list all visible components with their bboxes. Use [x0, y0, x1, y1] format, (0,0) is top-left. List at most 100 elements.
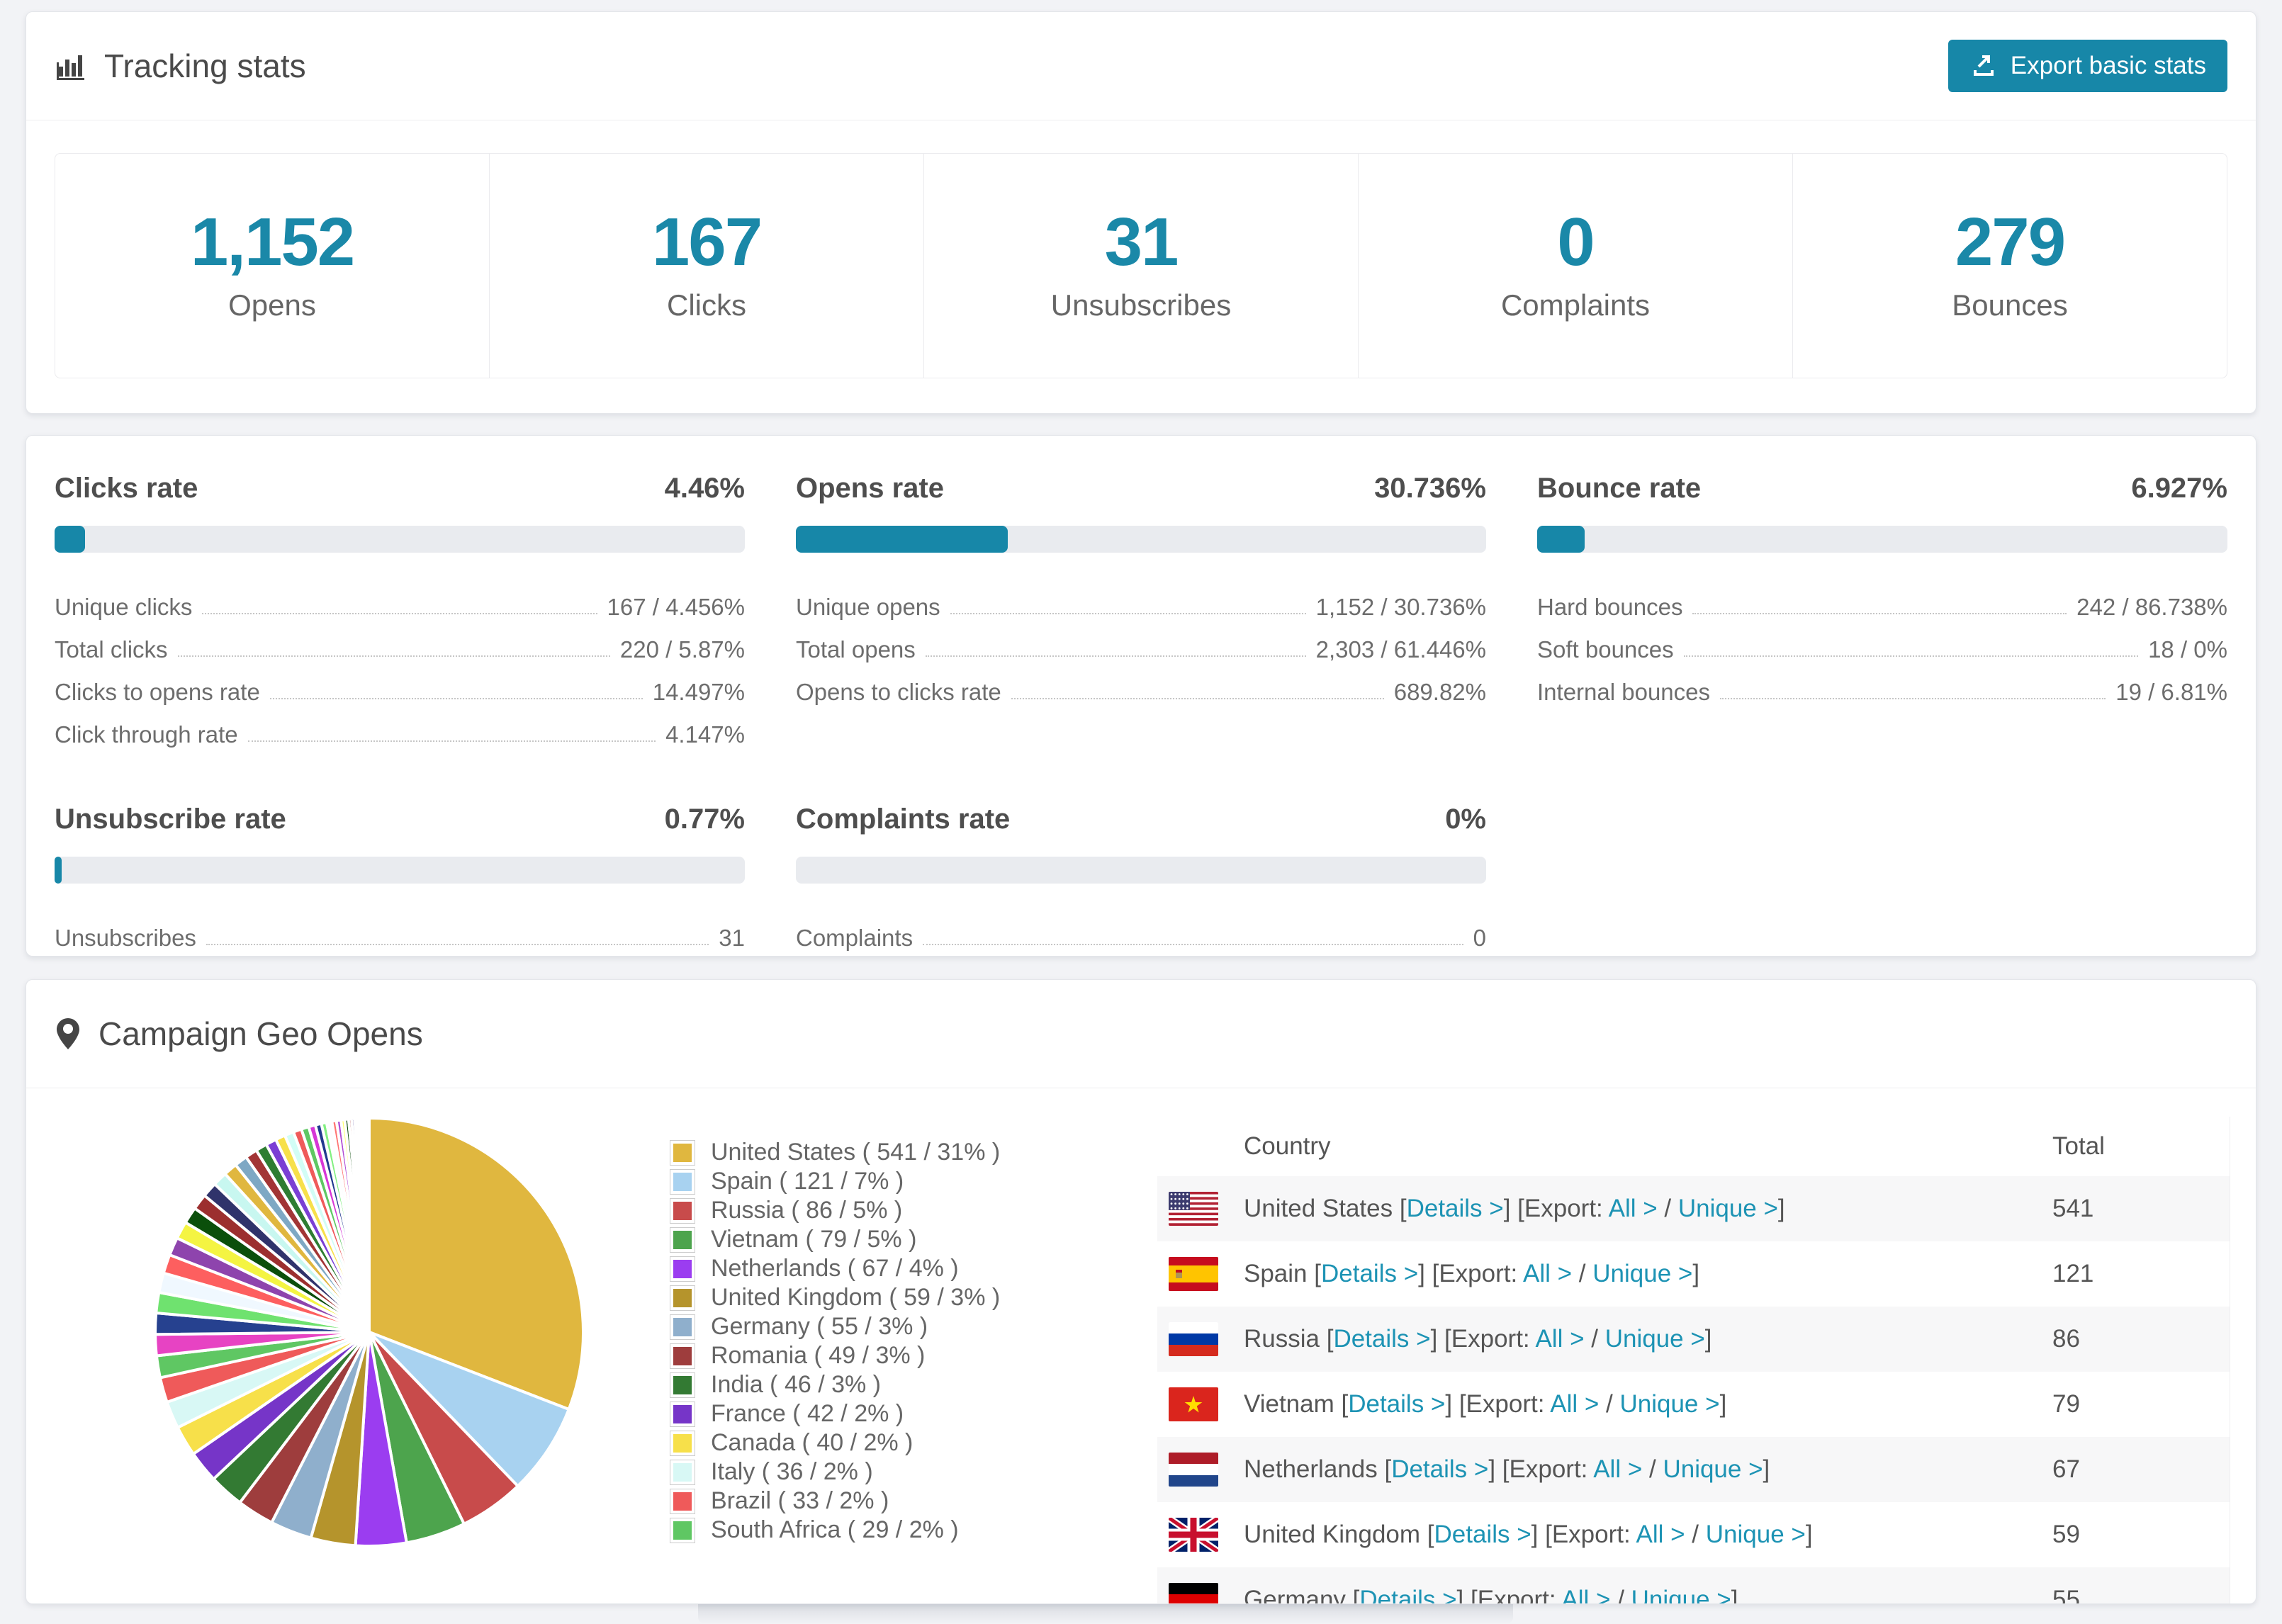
- dotted-leader: [925, 655, 1306, 657]
- geo-row-spain: Spain [Details >] [Export: All > / Uniqu…: [1157, 1241, 2230, 1307]
- legend-label: Italy ( 36 / 2% ): [711, 1458, 873, 1485]
- legend-item-canada: Canada ( 40 / 2% ): [670, 1428, 1137, 1457]
- page: Tracking stats Export basic stats 1,152 O…: [0, 0, 2282, 1624]
- detail-row-click-through-rate: Click through rate 4.147%: [55, 706, 745, 748]
- detail-value: 0: [1473, 925, 1486, 951]
- country-name: Spain: [1244, 1260, 1308, 1287]
- legend-label: Netherlands ( 67 / 4% ): [711, 1255, 959, 1282]
- legend-swatch-india: [670, 1372, 695, 1398]
- detail-label: Soft bounces: [1537, 636, 1674, 662]
- country-name: Vietnam: [1244, 1390, 1334, 1418]
- detail-row-unique-opens: Unique opens 1,152 / 30.736%: [796, 578, 1486, 621]
- rate-block-opens-rate: Opens rate 30.736% Unique opens 1,152 / 30.…: [796, 473, 1486, 748]
- dotted-leader: [202, 613, 597, 614]
- progress-bar-complaints-rate: [796, 857, 1486, 884]
- export-all-link-spain[interactable]: All >: [1523, 1260, 1572, 1287]
- legend-label: France ( 42 / 2% ): [711, 1400, 904, 1427]
- bottom-shadow: [698, 1603, 1513, 1624]
- geo-col-header-country: Country: [1244, 1132, 1331, 1160]
- export-unique-link-united-states[interactable]: Unique >: [1678, 1195, 1778, 1222]
- dotted-leader: [247, 740, 656, 742]
- legend-swatch-united-kingdom: [670, 1285, 695, 1311]
- progress-bar-clicks-rate: [55, 526, 745, 553]
- geo-opens-title: Campaign Geo Opens: [55, 1015, 423, 1053]
- export-unique-link-germany[interactable]: Unique >: [1631, 1586, 1731, 1603]
- detail-row-clicks-to-opens-rate: Clicks to opens rate 14.497%: [55, 663, 745, 706]
- rate-block-clicks-rate: Clicks rate 4.46% Unique clicks 167 / 4.456…: [55, 473, 745, 748]
- stats-summary-box: 1,152 Opens 167 Clicks 31 Unsubscribes 0 Compla…: [55, 153, 2227, 378]
- legend-swatch-romania: [670, 1343, 695, 1369]
- geo-row-united-states: United States [Details >] [Export: All >…: [1157, 1176, 2230, 1241]
- progress-fill-opens-rate: [796, 526, 1008, 553]
- legend-swatch-netherlands: [670, 1256, 695, 1282]
- stat-label-bounces: Bounces: [1952, 288, 2068, 322]
- dotted-leader: [950, 613, 1306, 614]
- export-all-link-united-states[interactable]: All >: [1609, 1195, 1658, 1222]
- detail-value: 19 / 6.81%: [2115, 679, 2227, 705]
- detail-value: 242 / 86.738%: [2076, 594, 2227, 620]
- stat-label-unsubscribes: Unsubscribes: [1050, 288, 1232, 322]
- stat-clicks: 167 Clicks: [490, 154, 924, 378]
- export-all-link-vietnam[interactable]: All >: [1550, 1390, 1599, 1418]
- geo-row-total: 79: [2052, 1390, 2080, 1418]
- geo-opens-body: United States ( 541 / 31% ) Spain ( 121 /…: [26, 1088, 2256, 1604]
- legend-label: Russia ( 86 / 5% ): [711, 1197, 903, 1224]
- export-icon: [1973, 55, 1994, 76]
- geo-pie-chart: [140, 1103, 599, 1562]
- stat-label-opens: Opens: [228, 288, 316, 322]
- legend-label: India ( 46 / 3% ): [711, 1371, 882, 1398]
- export-all-link-germany[interactable]: All >: [1561, 1586, 1610, 1603]
- export-unique-link-spain[interactable]: Unique >: [1592, 1260, 1692, 1287]
- export-basic-stats-button[interactable]: Export basic stats: [1947, 40, 2227, 92]
- export-unique-link-united-kingdom[interactable]: Unique >: [1706, 1521, 1806, 1548]
- details-link-netherlands[interactable]: Details >: [1391, 1455, 1488, 1483]
- detail-row-unsubscribes: Unsubscribes 31: [55, 909, 745, 952]
- detail-label: Clicks to opens rate: [55, 679, 260, 705]
- detail-row-hard-bounces: Hard bounces 242 / 86.738%: [1537, 578, 2227, 621]
- details-link-russia[interactable]: Details >: [1333, 1325, 1430, 1353]
- detail-label: Total opens: [796, 636, 916, 662]
- legend-item-russia: Russia ( 86 / 5% ): [670, 1196, 1137, 1225]
- detail-label: Unique clicks: [55, 594, 193, 620]
- detail-label: Hard bounces: [1537, 594, 1683, 620]
- detail-value: 14.497%: [652, 679, 745, 705]
- details-link-united-states[interactable]: Details >: [1407, 1195, 1504, 1222]
- dotted-leader: [1011, 698, 1384, 699]
- flag-us-icon: [1169, 1192, 1218, 1226]
- map-pin-icon: [57, 1018, 79, 1049]
- details-link-spain[interactable]: Details >: [1321, 1260, 1418, 1287]
- detail-row-internal-bounces: Internal bounces 19 / 6.81%: [1537, 663, 2227, 706]
- flag-gb-icon: [1169, 1518, 1218, 1552]
- legend-label: Canada ( 40 / 2% ): [711, 1429, 914, 1456]
- legend-item-netherlands: Netherlands ( 67 / 4% ): [670, 1254, 1137, 1283]
- export-all-link-russia[interactable]: All >: [1535, 1325, 1584, 1353]
- stat-label-complaints: Complaints: [1500, 288, 1651, 322]
- bar-chart-icon: [57, 55, 84, 80]
- legend-item-india: India ( 46 / 3% ): [670, 1370, 1137, 1399]
- legend-label: Spain ( 121 / 7% ): [711, 1168, 904, 1195]
- detail-row-opens-to-clicks-rate: Opens to clicks rate 689.82%: [796, 663, 1486, 706]
- geo-row-germany: Germany [Details >] [Export: All > / Uni…: [1157, 1567, 2230, 1604]
- export-unique-link-russia[interactable]: Unique >: [1605, 1325, 1705, 1353]
- rate-value-unsubscribe-rate: 0.77%: [664, 803, 745, 835]
- legend-label: United Kingdom ( 59 / 3% ): [711, 1284, 1001, 1311]
- detail-label: Unique opens: [796, 594, 940, 620]
- rates-grid: Clicks rate 4.46% Unique clicks 167 / 4.456…: [26, 436, 2256, 956]
- export-all-link-netherlands[interactable]: All >: [1593, 1455, 1642, 1483]
- export-unique-link-vietnam[interactable]: Unique >: [1619, 1390, 1719, 1418]
- details-link-united-kingdom[interactable]: Details >: [1434, 1521, 1531, 1548]
- details-link-germany[interactable]: Details >: [1359, 1586, 1456, 1603]
- stat-value-unsubscribes: 31: [1104, 204, 1179, 280]
- legend-item-south-africa: South Africa ( 29 / 2% ): [670, 1516, 1137, 1545]
- country-name: Russia: [1244, 1325, 1320, 1353]
- export-all-link-united-kingdom[interactable]: All >: [1636, 1521, 1685, 1548]
- geo-row-total: 59: [2052, 1521, 2080, 1548]
- export-unique-link-netherlands[interactable]: Unique >: [1663, 1455, 1763, 1483]
- country-name: Germany: [1244, 1586, 1346, 1604]
- details-link-vietnam[interactable]: Details >: [1348, 1390, 1445, 1418]
- geo-row-total: 86: [2052, 1325, 2080, 1353]
- geo-row-total: 55: [2052, 1586, 2080, 1604]
- legend-swatch-brazil: [670, 1488, 695, 1514]
- tracking-stats-header: Tracking stats Export basic stats: [26, 12, 2256, 120]
- geo-row-vietnam: Vietnam [Details >] [Export: All > / Uni…: [1157, 1372, 2230, 1437]
